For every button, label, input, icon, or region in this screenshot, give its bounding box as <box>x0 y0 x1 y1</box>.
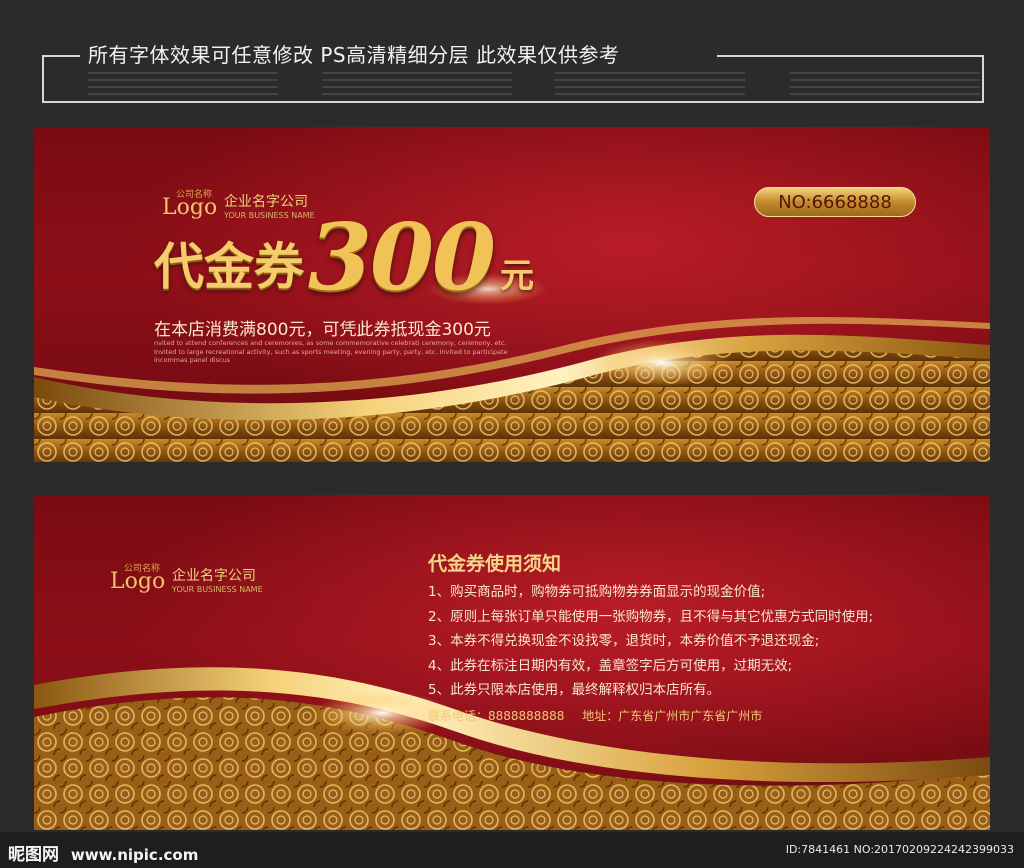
contact-address: 地址：广东省广州市广东省广州市 <box>582 708 763 723</box>
header-banner-text: 所有字体效果可任意修改 PS高清精细分层 此效果仅供参考 <box>88 43 620 67</box>
watermark-id: ID:7841461 NO:20170209224242399033 <box>785 843 1014 856</box>
rule-item: 5、此券只限本店使用，最终解释权归本店所有。 <box>428 682 721 698</box>
voucher-title-text: 代金券 <box>154 237 304 296</box>
watermark-site-url: www.nipic.com <box>70 846 199 864</box>
watermark-bar: 昵图网 www.nipic.com ID:7841461 NO:20170209… <box>0 832 1024 868</box>
voucher-title: 代金券 300 元 <box>154 205 534 305</box>
contact-info: 联系电话：8888888888 地址：广东省广州市广东省广州市 <box>428 705 988 727</box>
watermark-site-name: 昵图网 <box>8 845 59 865</box>
header-filler-lines <box>790 72 980 98</box>
voucher-condition: 在本店消费满800元，可凭此券抵现金300元 <box>154 320 491 340</box>
rules-title: 代金券使用须知 <box>428 553 562 575</box>
rule-item: 1、购买商品时，购物券可抵购物券券面显示的现金价值; <box>428 584 766 600</box>
header-filler-lines <box>322 72 512 98</box>
voucher-english-description: nvited to attend conferences and ceremon… <box>154 339 508 364</box>
company-logo: 公司名称 Logo 企业名字公司 YOUR BUSINESS NAME <box>110 561 263 595</box>
header-filler-lines <box>555 72 745 98</box>
watermark-site-logo: 昵图网 www.nipic.com <box>8 840 198 865</box>
rule-item: 4、此券在标注日期内有效，盖章签字后方可使用，过期无效; <box>428 657 793 674</box>
voucher-front: 公司名称 Logo 企业名字公司 YOUR BUSINESS NAME NO:6… <box>34 127 990 462</box>
logo-mark: 公司名称 Logo <box>110 561 168 595</box>
logo-word: Logo <box>110 569 166 594</box>
serial-number-badge: NO:6668888 <box>754 187 916 217</box>
logo-company-name: 企业名字公司 <box>172 568 256 584</box>
voucher-unit: 元 <box>500 256 535 296</box>
voucher-back: 公司名称 Logo 企业名字公司 YOUR BUSINESS NAME 代金券使… <box>34 495 990 830</box>
header-rule-right <box>717 55 984 57</box>
logo-business-name: YOUR BUSINESS NAME <box>172 585 263 594</box>
rule-item: 3、本券不得兑换现金不设找零，退货时，本券价值不予退还现金; <box>428 633 820 649</box>
header-rule-left <box>42 55 80 57</box>
usage-rules: 代金券使用须知 1、购买商品时，购物券可抵购物券券面显示的现金价值; 2、原则上… <box>428 551 988 727</box>
contact-phone: 联系电话：8888888888 <box>428 708 565 723</box>
rule-item: 2、原则上每张订单只能使用一张购物券，且不得与其它优惠方式同时使用; <box>428 608 874 625</box>
voucher-amount: 300 <box>308 203 496 311</box>
header-filler-lines <box>88 72 278 98</box>
